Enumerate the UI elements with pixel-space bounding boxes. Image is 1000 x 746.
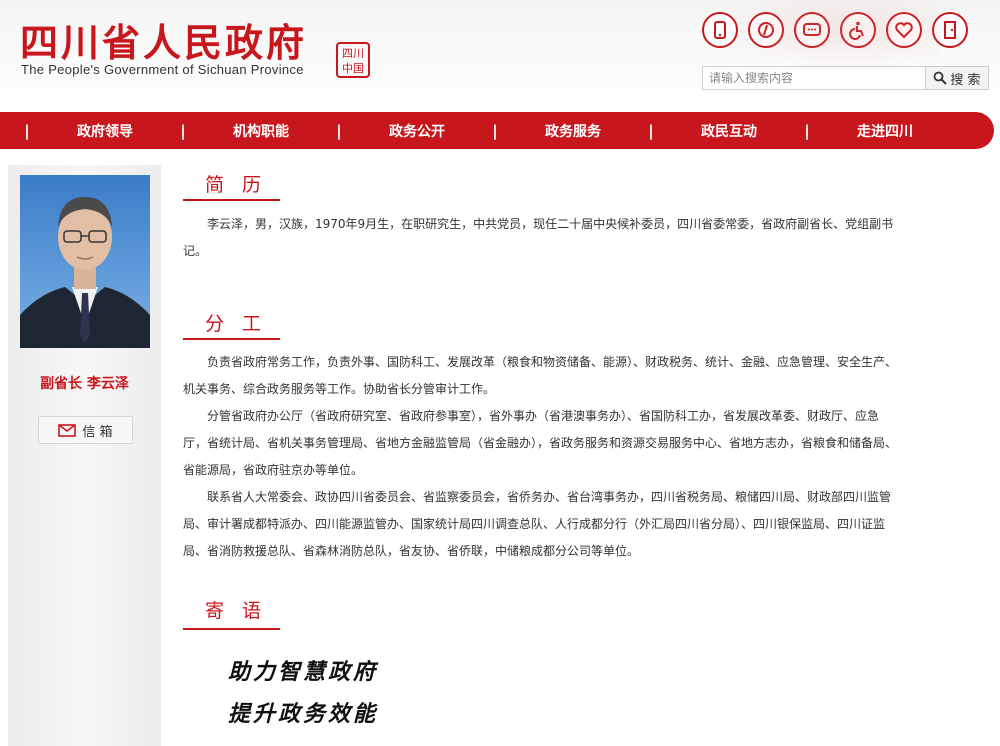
leader-photo [20,175,150,348]
duties-paragraph: 联系省人大常委会、政协四川省委员会、省监察委员会，省侨务办、省台湾事务办，四川省… [183,490,892,558]
section-title-resume: 简 历 [205,174,268,196]
section-title-message: 寄 语 [205,600,268,622]
nav-item-about-sichuan[interactable]: 走进四川 [810,121,960,141]
duties-paragraph: 分管省政府办公厅（省政府研究室、省政府参事室），省外事办（省港澳事务办）、省国防… [183,409,898,477]
site-header: 四川省人民政府 The People's Government of Sichu… [0,0,1000,108]
nav-item-interaction[interactable]: 政民互动 [654,121,804,141]
message-line: 提升政务效能 [228,701,379,727]
nav-item-public-info[interactable]: 政务公开 [342,121,492,141]
tool-icons [702,12,968,50]
nav-item-services[interactable]: 政务服务 [498,121,648,141]
resume-text: 李云泽，男，汉族，1970年9月生，在职研究生，中共党员，现任二十届中央候补委员… [183,217,894,258]
section-divider [183,628,280,630]
leader-name: 副省长 李云泽 [40,376,129,392]
elderly-care-icon[interactable] [886,12,922,48]
site-title[interactable]: 四川省人民政府 [20,12,307,67]
section-divider [183,338,280,340]
search-icon [934,71,948,85]
mail-icon [58,424,77,437]
search-input[interactable] [703,67,925,89]
search-button-label: 搜 索 [950,72,981,88]
message-line: 助力智慧政府 [228,659,379,685]
main-nav: | 政府领导 | 机构职能 | 政务公开 | 政务服务 | 政民互动 | 走进四… [0,112,994,149]
sidebar: 副省长 李云泽 信 箱 [8,165,161,746]
section-divider [183,199,280,201]
accessibility-icon[interactable] [840,12,876,48]
section-title-duties: 分 工 [205,313,268,335]
nav-item-leaders[interactable]: 政府领导 [30,121,180,141]
seal-logo: 四川 中国 [336,42,370,78]
mailbox-label: 信 箱 [82,424,113,440]
duties-paragraph: 负责省政府常务工作，负责外事、国防科工、发展改革（粮食和物资储备、能源）、财政税… [183,355,898,396]
weibo-icon[interactable] [748,12,784,48]
search-button[interactable]: 搜 索 [925,67,988,89]
site-subtitle: The People's Government of Sichuan Provi… [21,62,304,77]
exit-door-icon[interactable] [932,12,968,48]
wechat-icon[interactable] [794,12,830,48]
mobile-icon[interactable] [702,12,738,48]
search-box: 搜 索 [702,66,989,90]
mailbox-button[interactable]: 信 箱 [38,416,133,444]
nav-item-functions[interactable]: 机构职能 [186,121,336,141]
